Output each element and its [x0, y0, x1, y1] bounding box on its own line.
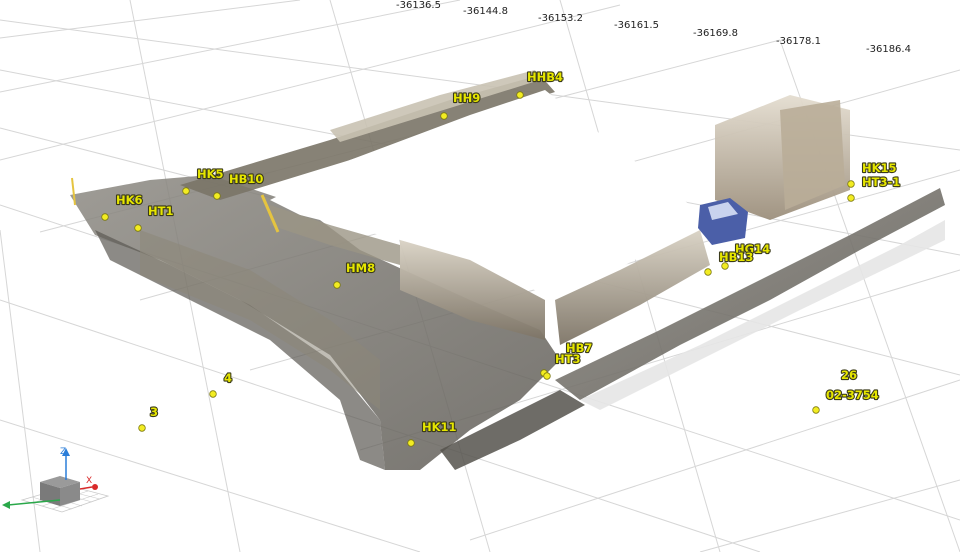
point-label: 3 [150, 405, 158, 419]
scale-label: -36136.5 [396, 0, 441, 11]
gizmo-x-arrow [92, 484, 98, 490]
point-HT3-1[interactable]: HT3-1 [847, 174, 901, 202]
gizmo-y-arrow [2, 501, 10, 509]
gizmo-x-axis [79, 486, 93, 490]
scale-label: -36161.5 [614, 20, 659, 31]
scale-label: -36153.2 [538, 13, 583, 24]
gizmo-x-label: X [86, 476, 92, 486]
point-label: HK5 [197, 167, 224, 181]
orientation-gizmo[interactable]: Z X Y [2, 447, 110, 515]
scale-label: -36144.8 [463, 6, 508, 17]
point-label: HT1 [148, 204, 173, 218]
scale-labels: -36136.5 -36144.8 -36153.2 -36161.5 -361… [396, 0, 911, 55]
point-label: 02-3754 [826, 388, 879, 402]
point-4[interactable]: 4 [209, 370, 233, 398]
point-label: HHB4 [527, 70, 563, 84]
gizmo-z-label: Z [60, 447, 66, 457]
point-cloud-viewport[interactable]: -36136.5 -36144.8 -36153.2 -36161.5 -361… [0, 0, 960, 552]
point-label: HK6 [116, 193, 143, 207]
scale-label: -36169.8 [693, 28, 738, 39]
point-label: HK15 [862, 161, 897, 175]
scale-label: -36178.1 [776, 36, 821, 47]
point-02-3754[interactable]: 02-3754 [825, 387, 880, 403]
point-label: HM8 [346, 261, 375, 275]
point-label: 4 [224, 371, 232, 385]
point-cloud-scene[interactable]: -36136.5 -36144.8 -36153.2 -36161.5 -361… [0, 0, 960, 552]
point-label: 26 [841, 368, 857, 382]
point-label: HB10 [229, 172, 263, 186]
point-label: HT3-1 [862, 175, 900, 189]
scale-label: -36186.4 [866, 44, 911, 55]
point-label: HK11 [422, 420, 457, 434]
point-label: HT3 [555, 352, 580, 366]
point-label: HH9 [453, 91, 480, 105]
point-label: HB13 [719, 250, 753, 264]
point-HB13[interactable]: HB13 [704, 249, 755, 276]
point-3[interactable]: 3 [138, 404, 159, 432]
